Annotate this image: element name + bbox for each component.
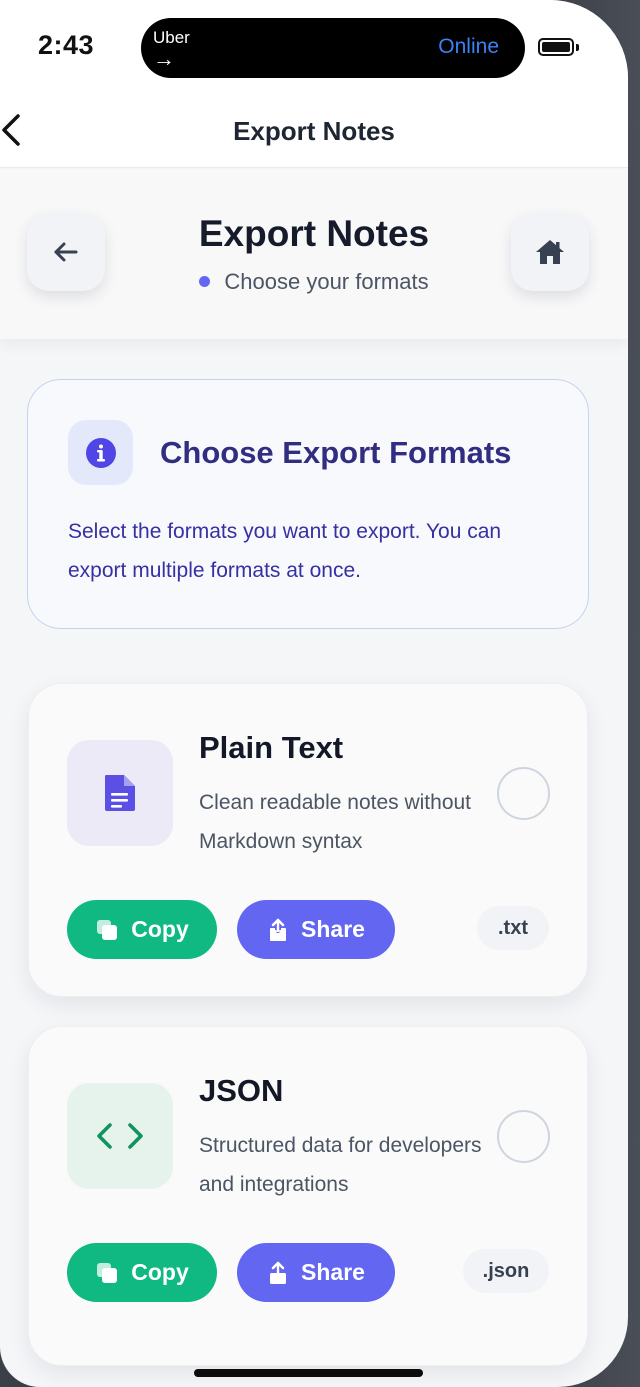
copy-button[interactable]: Copy bbox=[67, 1243, 217, 1302]
format-description: Clean readable notes without Markdown sy… bbox=[199, 791, 472, 853]
code-icon bbox=[97, 1123, 143, 1149]
format-select-radio[interactable] bbox=[497, 767, 550, 820]
share-button[interactable]: Share bbox=[237, 1243, 395, 1302]
info-description: Select the formats you want to export. Y… bbox=[68, 520, 502, 582]
format-select-radio[interactable] bbox=[497, 1110, 550, 1163]
arrow-right-icon: → bbox=[153, 46, 175, 71]
info-title: Choose Export Formats bbox=[160, 435, 512, 470]
page-header: Export Notes Choose your formats bbox=[0, 169, 628, 339]
copy-button-label: Copy bbox=[131, 1259, 189, 1285]
page-subtitle-text: Choose your formats bbox=[224, 269, 429, 294]
island-app-name: Uber bbox=[153, 28, 190, 47]
battery-tip bbox=[576, 44, 579, 51]
copy-button-label: Copy bbox=[131, 916, 189, 942]
info-icon bbox=[85, 437, 116, 468]
document-icon bbox=[105, 775, 135, 811]
home-button[interactable] bbox=[511, 213, 589, 291]
format-description: Structured data for developers and integ… bbox=[199, 1134, 482, 1196]
home-indicator[interactable] bbox=[194, 1369, 423, 1377]
format-name: Plain Text bbox=[199, 730, 344, 765]
status-time: 2:43 bbox=[38, 30, 95, 60]
format-name: JSON bbox=[199, 1073, 284, 1108]
island-status: Online bbox=[438, 35, 499, 58]
copy-icon bbox=[97, 1262, 118, 1283]
copy-icon bbox=[97, 919, 118, 940]
format-icon-container bbox=[67, 740, 173, 846]
nav-title: Export Notes bbox=[233, 116, 395, 146]
navigation-bar: Export Notes bbox=[0, 96, 628, 168]
copy-button[interactable]: Copy bbox=[67, 900, 217, 959]
info-icon-container bbox=[68, 420, 133, 485]
format-card-plain-text[interactable]: Plain Text Clean readable notes without … bbox=[28, 683, 588, 997]
file-extension-badge: .json bbox=[463, 1249, 549, 1293]
share-button[interactable]: Share bbox=[237, 900, 395, 959]
format-icon-container bbox=[67, 1083, 173, 1189]
status-bar: 2:43 Uber → Online bbox=[0, 0, 628, 96]
share-button-label: Share bbox=[301, 916, 365, 942]
share-icon bbox=[270, 1261, 287, 1284]
share-button-label: Share bbox=[301, 1259, 365, 1285]
home-icon bbox=[536, 240, 564, 264]
format-card-json[interactable]: JSON Structured data for developers and … bbox=[28, 1026, 588, 1366]
info-card: Choose Export Formats Select the formats… bbox=[27, 379, 589, 629]
phone-screen: 2:43 Uber → Online Export Notes Export N… bbox=[0, 0, 628, 1387]
status-dot bbox=[199, 275, 211, 287]
file-extension-badge: .txt bbox=[477, 906, 549, 950]
share-icon bbox=[270, 918, 287, 941]
dynamic-island[interactable]: Uber → Online bbox=[141, 18, 525, 78]
battery-icon bbox=[538, 38, 574, 56]
